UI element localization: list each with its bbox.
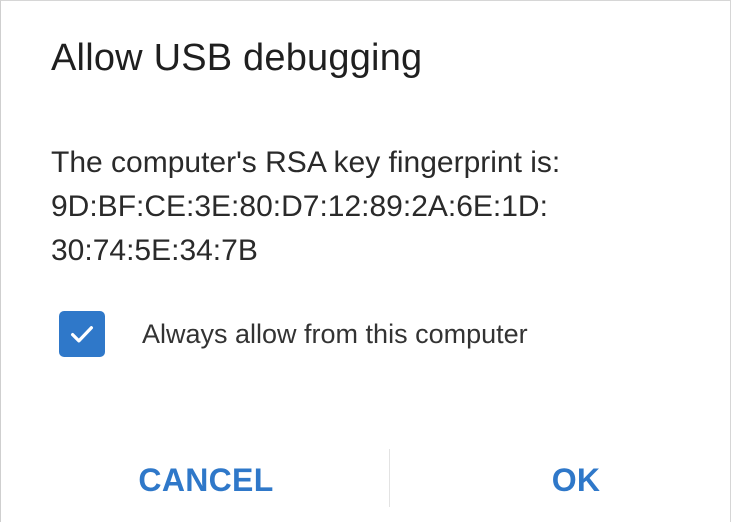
checkmark-icon [71, 326, 93, 343]
cancel-button[interactable]: CANCEL [111, 449, 301, 511]
fingerprint-line-1: 9D:BF:CE:3E:80:D7:12:89:2A:6E:1D: [51, 190, 548, 223]
message-line-intro: The computer's RSA key fingerprint is: [51, 146, 561, 179]
button-divider [389, 449, 390, 507]
dialog-message: The computer's RSA key fingerprint is: 9… [51, 141, 711, 273]
always-allow-label: Always allow from this computer [142, 318, 528, 349]
usb-debugging-dialog: Allow USB debugging The computer's RSA k… [0, 0, 731, 522]
dialog-actions: CANCEL OK [1, 449, 731, 511]
fingerprint-line-2: 30:74:5E:34:7B [51, 234, 258, 267]
ok-button[interactable]: OK [521, 449, 631, 511]
dialog-title: Allow USB debugging [51, 37, 423, 79]
always-allow-row[interactable]: Always allow from this computer [59, 311, 528, 357]
always-allow-checkbox[interactable] [59, 311, 105, 357]
